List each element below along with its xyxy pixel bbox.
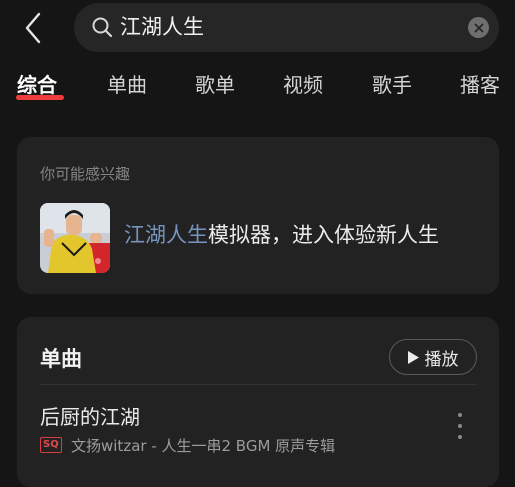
tab-videos[interactable]: 视频 [283,70,323,100]
chevron-left-icon [25,12,41,44]
song-title: 后厨的江湖 [40,405,140,429]
search-box[interactable]: 江湖人生 [74,3,499,52]
play-all-label: 播放 [424,349,459,370]
song-artist-album: 文扬witzar - 人生一串2 BGM 原声专辑 [71,437,336,455]
active-tab-indicator [16,95,64,100]
tab-podcasts[interactable]: 播客 [460,70,500,100]
interest-title[interactable]: 江湖人生模拟器，进入体验新人生 [124,221,439,249]
more-dot [458,435,462,439]
interest-card: 你可能感兴趣 江湖人生模拟器，进入体验新人生 [17,137,499,294]
play-all-button[interactable]: 播放 [389,339,477,375]
song-row[interactable]: 后厨的江湖 SQ 文扬witzar - 人生一串2 BGM 原声专辑 [17,385,499,465]
search-input[interactable]: 江湖人生 [120,14,204,40]
tab-songs[interactable]: 单曲 [107,70,147,100]
clear-search-button[interactable] [468,17,489,38]
search-icon [92,17,113,38]
interest-title-highlight: 江湖人生 [124,223,208,247]
interest-title-rest: 模拟器，进入体验新人生 [208,223,439,247]
tab-playlists[interactable]: 歌单 [195,70,235,100]
tab-artists[interactable]: 歌手 [372,70,412,100]
search-tabs: 综合 单曲 歌单 视频 歌手 播客 [0,70,515,106]
game-thumbnail[interactable] [40,203,110,273]
top-bar: 江湖人生 [0,0,515,56]
play-icon [407,350,419,364]
more-dot [458,413,462,417]
sq-quality-badge: SQ [40,437,62,453]
songs-card: 单曲 播放 后厨的江湖 SQ 文扬witzar - 人生一串2 BGM 原声专辑 [17,317,499,487]
more-vertical-icon[interactable] [453,413,467,439]
close-icon [474,23,483,32]
interest-section-label: 你可能感兴趣 [40,165,131,183]
more-dot [458,424,462,428]
songs-section-title: 单曲 [40,347,82,371]
back-button[interactable] [18,10,48,46]
game-character-image [40,203,110,273]
